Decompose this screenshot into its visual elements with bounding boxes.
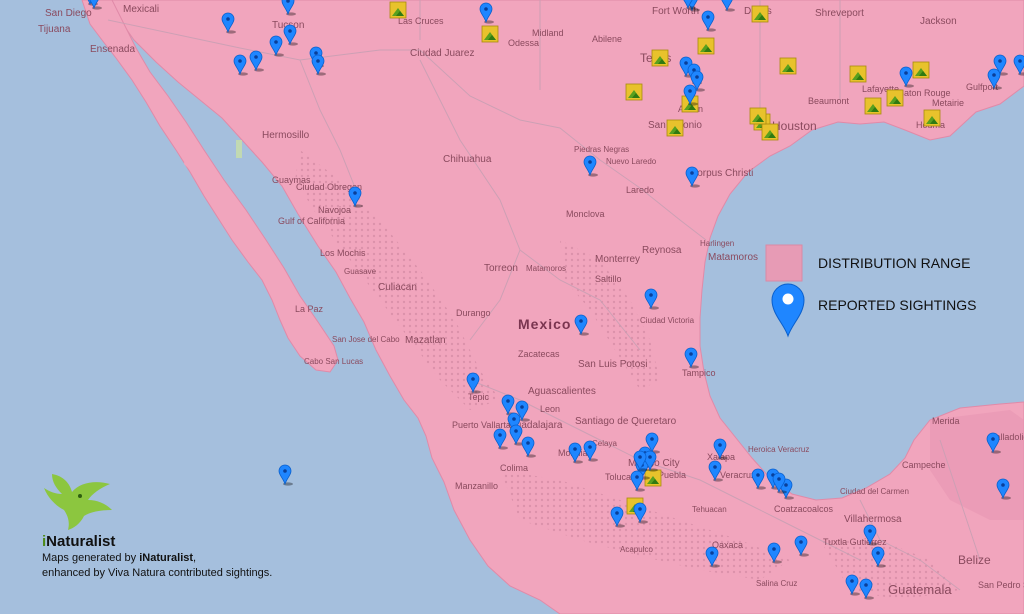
observation-photo-icon[interactable] bbox=[886, 89, 904, 107]
place-label: Acapulco bbox=[620, 545, 653, 554]
credit-line-1: Maps generated by iNaturalist, bbox=[42, 552, 197, 564]
place-label: Cabo San Lucas bbox=[304, 357, 363, 366]
place-label: San Pedro Sula bbox=[978, 580, 1024, 590]
place-label: Saltillo bbox=[595, 274, 622, 284]
place-label: Puerto Vallarta bbox=[452, 420, 511, 430]
place-label: Monclova bbox=[566, 209, 605, 219]
place-label: Reynosa bbox=[642, 245, 682, 256]
place-label: Jackson bbox=[920, 16, 957, 27]
place-label: Gulf of California bbox=[278, 216, 345, 226]
place-label: Ensenada bbox=[90, 44, 135, 55]
observation-photo-icon[interactable] bbox=[751, 5, 769, 23]
place-label: Matamoros bbox=[526, 264, 566, 273]
place-label: Manzanillo bbox=[455, 481, 498, 491]
place-label: Mexicali bbox=[123, 4, 159, 15]
place-label: Guasave bbox=[344, 267, 377, 276]
country-label-mexico: Mexico bbox=[518, 316, 571, 332]
place-label: Ciudad Juarez bbox=[410, 48, 474, 59]
place-label: Salina Cruz bbox=[756, 579, 797, 588]
place-label: Aguascalientes bbox=[528, 386, 596, 397]
place-label: Tijuana bbox=[38, 24, 71, 35]
place-label: Odessa bbox=[508, 38, 539, 48]
place-label: Oaxaca bbox=[712, 540, 743, 550]
observation-photo-icon[interactable] bbox=[651, 49, 669, 67]
place-label: Guatemala bbox=[888, 582, 952, 597]
place-label: Colima bbox=[500, 463, 528, 473]
place-label: Puebla bbox=[658, 470, 686, 480]
observation-photo-icon[interactable] bbox=[625, 83, 643, 101]
place-label: Torreon bbox=[484, 263, 518, 274]
observation-photo-icon[interactable] bbox=[849, 65, 867, 83]
place-label: Ciudad Victoria bbox=[640, 316, 695, 325]
place-label: Villahermosa bbox=[844, 514, 902, 525]
place-label: Navojoa bbox=[318, 205, 351, 215]
island-small bbox=[236, 140, 242, 158]
place-label: San Jose del Cabo bbox=[332, 335, 400, 344]
place-label: Laredo bbox=[626, 185, 654, 195]
place-label: Chihuahua bbox=[443, 154, 492, 165]
observation-photo-icon[interactable] bbox=[666, 119, 684, 137]
observation-photo-icon[interactable] bbox=[912, 61, 930, 79]
place-label: Matamoros bbox=[708, 252, 758, 263]
place-label: Piedras Negras bbox=[574, 145, 629, 154]
legend-range-label: DISTRIBUTION RANGE bbox=[818, 255, 970, 271]
brand-name: iNaturalist bbox=[42, 533, 116, 550]
place-label: Coatzacoalcos bbox=[774, 504, 834, 514]
observation-photo-icon[interactable] bbox=[749, 107, 767, 125]
place-label: Campeche bbox=[902, 460, 946, 470]
place-label: Tepic bbox=[468, 392, 490, 402]
legend-sightings-label: REPORTED SIGHTINGS bbox=[818, 297, 976, 313]
place-label: Mazatlan bbox=[405, 335, 446, 346]
place-label: Zacatecas bbox=[518, 349, 560, 359]
place-label: Harlingen bbox=[700, 239, 734, 248]
place-label: Nuevo Laredo bbox=[606, 157, 657, 166]
place-label: San Luis Potosi bbox=[578, 359, 648, 370]
place-label: Tampico bbox=[682, 368, 716, 378]
place-label: Durango bbox=[456, 308, 491, 318]
inaturalist-branding: iNaturalist Maps generated by iNaturalis… bbox=[40, 470, 340, 610]
place-label: Los Mochis bbox=[320, 248, 366, 258]
place-label: Hermosillo bbox=[262, 130, 310, 141]
place-label: Shreveport bbox=[815, 8, 864, 19]
observation-photo-icon[interactable] bbox=[761, 123, 779, 141]
place-label: Midland bbox=[532, 28, 564, 38]
observation-photo-icon[interactable] bbox=[923, 109, 941, 127]
place-label: Heroica Veracruz bbox=[748, 445, 809, 454]
place-label: Belize bbox=[958, 553, 991, 567]
place-label: Merida bbox=[932, 416, 960, 426]
place-label: Baton Rouge bbox=[898, 88, 951, 98]
place-label: Ciudad del Carmen bbox=[840, 487, 909, 496]
observation-photo-icon[interactable] bbox=[779, 57, 797, 75]
observation-photo-icon[interactable] bbox=[481, 25, 499, 43]
place-label: Tehuacan bbox=[692, 505, 727, 514]
place-label: Leon bbox=[540, 404, 560, 414]
place-label: Metairie bbox=[932, 98, 964, 108]
distribution-range-swatch bbox=[765, 244, 803, 282]
place-label: Beaumont bbox=[808, 96, 850, 106]
place-label: San Diego bbox=[45, 8, 92, 19]
place-label: Culiacan bbox=[378, 282, 417, 293]
place-label: Houston bbox=[772, 119, 817, 133]
place-label: Santiago de Queretaro bbox=[575, 416, 677, 427]
place-label: Veracruz bbox=[720, 470, 756, 480]
place-label: La Paz bbox=[295, 304, 324, 314]
place-label: Abilene bbox=[592, 34, 622, 44]
place-label: Tuxtla Gutierrez bbox=[823, 537, 887, 547]
credit-line-2: enhanced by Viva Natura contributed sigh… bbox=[42, 567, 273, 579]
place-label: Monterrey bbox=[595, 254, 640, 265]
bird-logo-icon[interactable] bbox=[40, 470, 116, 532]
observation-photo-icon[interactable] bbox=[389, 1, 407, 19]
place-label: Corpus Christi bbox=[690, 168, 753, 179]
observation-photo-icon[interactable] bbox=[697, 37, 715, 55]
observation-photo-icon[interactable] bbox=[864, 97, 882, 115]
place-label: Toluca bbox=[605, 472, 631, 482]
